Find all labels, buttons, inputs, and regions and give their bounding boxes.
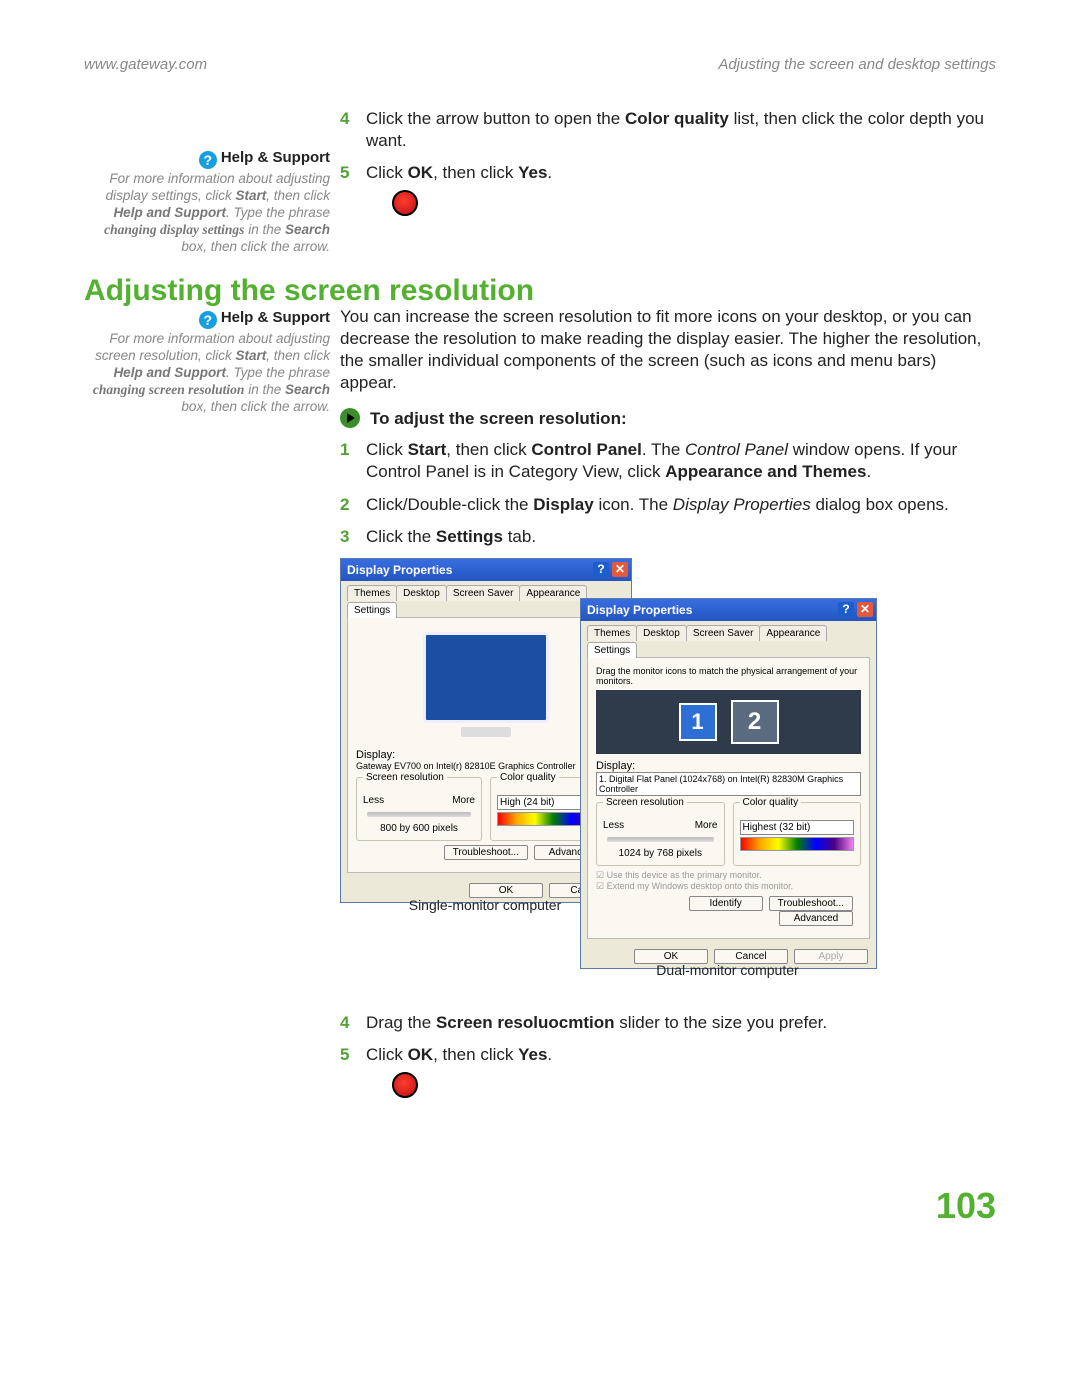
proc-step-3: 3 Click the Settings tab. (340, 526, 996, 548)
help-support-body-2: For more information about adjusting scr… (84, 331, 330, 415)
tab-themes[interactable]: Themes (347, 585, 397, 601)
resolution-slider[interactable] (367, 812, 471, 817)
screen-resolution-group: Screen resolution LessMore 1024 by 768 p… (596, 802, 725, 866)
monitor-1-icon[interactable]: 1 (679, 703, 717, 741)
tab-settings[interactable]: Settings (347, 602, 397, 618)
step-5: 5 Click OK, then click Yes. (340, 162, 996, 222)
section-heading: Adjusting the screen resolution (84, 274, 534, 308)
tab-settings[interactable]: Settings (587, 642, 637, 658)
close-icon[interactable]: ✕ (857, 602, 873, 617)
display-label: Display: (596, 760, 861, 772)
dialog-screenshots: Display Properties?✕ ThemesDesktopScreen… (340, 558, 996, 988)
header-section: Adjusting the screen and desktop setting… (718, 56, 996, 73)
record-icon (392, 1072, 418, 1098)
help-support-sidebar-2: ?Help & Support For more information abo… (84, 309, 330, 415)
primary-monitor-checkbox[interactable]: ☑ Use this device as the primary monitor… (596, 870, 861, 881)
display-label: Display: (356, 749, 616, 761)
color-quality-group: Color quality Highest (32 bit) (733, 802, 862, 866)
resolution-value: 800 by 600 pixels (363, 823, 475, 834)
screen-resolution-group: Screen resolution LessMore 800 by 600 pi… (356, 777, 482, 841)
troubleshoot-button[interactable]: Troubleshoot... (444, 845, 528, 860)
resolution-slider[interactable] (607, 837, 714, 842)
proc-step-5: 5 Click OK, then click Yes. (340, 1044, 996, 1104)
help-support-sidebar-1: ?Help & Support For more information abo… (84, 149, 330, 255)
help-icon: ? (199, 311, 217, 329)
record-icon (392, 190, 418, 216)
procedure-title: To adjust the screen resolution: (340, 408, 996, 429)
play-icon (340, 408, 360, 428)
tab-appearance[interactable]: Appearance (519, 585, 587, 601)
help-button-icon[interactable]: ? (838, 602, 854, 617)
monitor-2-icon[interactable]: 2 (731, 700, 779, 744)
display-value: Gateway EV700 on Intel(r) 82810E Graphic… (356, 761, 616, 771)
top-steps: 4 Click the arrow button to open the Col… (340, 108, 996, 232)
page-number: 103 (936, 1185, 996, 1227)
ok-button[interactable]: OK (469, 883, 543, 898)
tab-themes[interactable]: Themes (587, 625, 637, 641)
rainbow-icon (740, 837, 855, 851)
dialog-titlebar[interactable]: Display Properties?✕ (581, 599, 876, 621)
dual-monitor-caption: Dual-monitor computer (580, 962, 875, 978)
proc-step-1: 1 Click Start, then click Control Panel.… (340, 439, 996, 483)
tab-appearance[interactable]: Appearance (759, 625, 827, 641)
tab-desktop[interactable]: Desktop (636, 625, 687, 641)
close-icon[interactable]: ✕ (612, 562, 628, 577)
advanced-button[interactable]: Advanced (779, 911, 853, 926)
troubleshoot-button[interactable]: Troubleshoot... (769, 896, 853, 911)
proc-step-4: 4 Drag the Screen resoluocmtion slider t… (340, 1012, 996, 1034)
dialog-titlebar[interactable]: Display Properties?✕ (341, 559, 631, 581)
monitor-preview-icon (411, 632, 561, 747)
color-quality-select[interactable]: Highest (32 bit) (740, 820, 855, 835)
resolution-value: 1024 by 768 pixels (603, 848, 718, 859)
display-properties-dialog-dual: Display Properties?✕ ThemesDesktopScreen… (580, 598, 877, 969)
monitor-arrangement[interactable]: 12 (596, 690, 861, 754)
help-button-icon[interactable]: ? (593, 562, 609, 577)
help-icon: ? (199, 151, 217, 169)
proc-step-2: 2 Click/Double-click the Display icon. T… (340, 494, 996, 516)
header-url: www.gateway.com (84, 56, 207, 73)
step-4: 4 Click the arrow button to open the Col… (340, 108, 996, 152)
tab-screensaver[interactable]: Screen Saver (446, 585, 521, 601)
page-header: www.gateway.com Adjusting the screen and… (84, 56, 996, 76)
bottom-steps: 4 Drag the Screen resoluocmtion slider t… (340, 1012, 996, 1114)
tab-screensaver[interactable]: Screen Saver (686, 625, 761, 641)
intro-paragraph: You can increase the screen resolution t… (340, 306, 996, 394)
display-select[interactable]: 1. Digital Flat Panel (1024x768) on Inte… (596, 772, 861, 796)
help-support-body-1: For more information about adjusting dis… (84, 171, 330, 255)
drag-hint: Drag the monitor icons to match the phys… (596, 666, 861, 686)
identify-button[interactable]: Identify (689, 896, 763, 911)
section-body: You can increase the screen resolution t… (340, 306, 996, 558)
extend-desktop-checkbox[interactable]: ☑ Extend my Windows desktop onto this mo… (596, 881, 861, 892)
tab-desktop[interactable]: Desktop (396, 585, 447, 601)
